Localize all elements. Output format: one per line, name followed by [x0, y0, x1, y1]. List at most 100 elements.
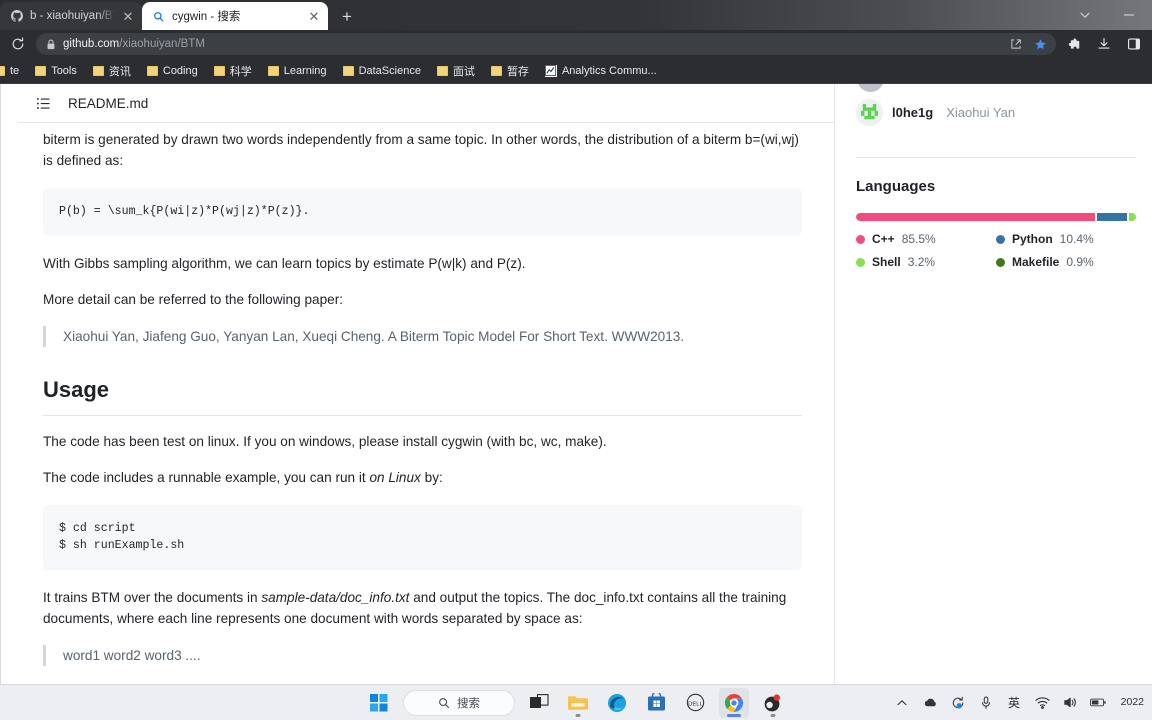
page-title: README.md	[68, 95, 149, 111]
close-icon[interactable]: ✕	[306, 8, 322, 24]
bookmark-label: DataScience	[358, 64, 421, 77]
folder-icon	[0, 65, 5, 76]
folder-icon	[213, 65, 225, 76]
bookmark-label: Coding	[162, 64, 198, 77]
store-button[interactable]	[641, 688, 671, 718]
folder-icon	[35, 65, 47, 76]
running-indicator	[770, 714, 776, 717]
omnibox-actions	[1006, 34, 1050, 54]
bookmark-item[interactable]: te	[0, 60, 27, 82]
bookmark-item[interactable]: DataScience	[335, 60, 429, 82]
language-dot-icon	[996, 234, 1005, 244]
ime-icon[interactable]: 英	[1006, 695, 1022, 711]
battery-icon[interactable]	[1090, 695, 1106, 711]
languages-bar	[856, 213, 1136, 221]
contributor-login[interactable]: l0he1g	[892, 105, 933, 120]
language-name: C++	[872, 232, 895, 246]
clock[interactable]: 2022	[1118, 696, 1144, 708]
paragraph-trains-btm: It trains BTM over the documents in samp…	[43, 587, 802, 629]
obs-button[interactable]	[758, 688, 788, 718]
start-button[interactable]	[364, 688, 394, 718]
language-bar-segment-shell[interactable]	[1128, 213, 1136, 221]
language-item-makefile[interactable]: Makefile 0.9%	[996, 255, 1136, 269]
bookmark-label: 暂存	[506, 65, 529, 78]
folder-icon	[436, 65, 448, 76]
cloud-icon[interactable]	[922, 695, 938, 711]
reload-icon[interactable]	[6, 32, 30, 56]
language-name: Shell	[872, 255, 901, 269]
list-unordered-icon[interactable]	[35, 95, 51, 111]
language-percent: 0.9%	[1066, 255, 1094, 269]
language-dot-icon	[996, 257, 1005, 267]
paragraph-more-detail: More detail can be referred to the follo…	[43, 291, 343, 307]
address-bar[interactable]: github.com/xiaohuiyan/BTM	[36, 33, 1056, 55]
browser-toolbar: github.com/xiaohuiyan/BTM	[0, 30, 1152, 58]
search-label: 搜索	[457, 697, 480, 710]
bookmark-item[interactable]: 科学	[206, 60, 260, 82]
chevron-up-icon[interactable]	[894, 695, 910, 711]
minimize-button[interactable]	[1114, 2, 1144, 28]
language-item-shell[interactable]: Shell 3.2%	[856, 255, 996, 269]
contributor-clipped	[856, 84, 1136, 94]
language-dot-icon	[856, 257, 865, 267]
dell-button[interactable]: DELL	[680, 688, 710, 718]
readme-column: README.md biterm is generated by drawn t…	[1, 84, 834, 684]
new-tab-button[interactable]: +	[334, 3, 360, 29]
close-icon[interactable]: ✕	[120, 8, 136, 24]
avatar-identicon[interactable]	[856, 98, 883, 126]
blockquote-paper-citation: Xiaohui Yan, Jiafeng Guo, Yanyan Lan, Xu…	[43, 325, 802, 347]
language-bar-segment-python[interactable]	[1097, 213, 1127, 221]
bookmark-label: Analytics Commu...	[561, 64, 657, 77]
download-icon[interactable]	[1092, 32, 1116, 56]
share-icon[interactable]	[1006, 34, 1026, 54]
bookmark-item[interactable]: Tools	[27, 60, 85, 82]
text-trains-pre: It trains BTM over the documents in	[43, 589, 262, 605]
url-path: /xiaohuiyan/BTM	[119, 38, 205, 50]
folder-icon	[92, 65, 104, 76]
browser-tab-cygwin-search[interactable]: cygwin - 搜索 ✕	[142, 2, 328, 30]
taskbar-search[interactable]: 搜索	[403, 689, 515, 716]
languages-list: C++ 85.5% Python 10.4% Shell 3.2% Makefi…	[856, 232, 1136, 278]
task-view-button[interactable]	[524, 688, 554, 718]
edge-button[interactable]	[602, 688, 632, 718]
address-bar-url: github.com/xiaohuiyan/BTM	[63, 38, 999, 50]
page-content: README.md biterm is generated by drawn t…	[0, 84, 1152, 684]
bookmark-label: 面试	[452, 65, 475, 78]
wifi-icon[interactable]	[1034, 695, 1050, 711]
bookmark-item[interactable]: 面试	[429, 60, 483, 82]
bookmarks-bar: te Tools 资讯 Coding 科学 Learning DataScien…	[0, 58, 1152, 84]
bookmark-item[interactable]: Analytics Commu...	[537, 60, 665, 82]
puzzle-icon[interactable]	[1062, 32, 1086, 56]
browser-tab-github[interactable]: b - xiaohuiyan/BTM: Cod ✕	[0, 2, 142, 30]
sidebar-divider	[856, 157, 1136, 158]
language-item-cpp[interactable]: C++ 85.5%	[856, 232, 996, 246]
star-icon[interactable]	[1030, 34, 1050, 54]
paragraph-tested-linux: The code has been test on linux. If you …	[43, 433, 607, 449]
bookmark-item[interactable]: 暂存	[483, 60, 537, 82]
sync-icon[interactable]	[950, 695, 966, 711]
paragraph-biterm: biterm is generated by drawn two words i…	[43, 132, 799, 169]
contributor-row[interactable]: l0he1g Xiaohui Yan	[856, 96, 1136, 128]
chrome-button[interactable]	[719, 687, 749, 718]
speaker-icon[interactable]	[1062, 695, 1078, 711]
file-explorer-button[interactable]	[563, 688, 593, 718]
language-item-python[interactable]: Python 10.4%	[996, 232, 1136, 246]
languages-heading: Languages	[856, 178, 936, 195]
language-percent: 85.5%	[901, 232, 936, 246]
blockquote-word-format: word1 word2 word3 ....	[43, 644, 802, 666]
bookmark-item[interactable]: Learning	[260, 60, 335, 82]
language-name: Makefile	[1012, 255, 1060, 269]
code-block-formula: P(b) = \sum_k{P(wi|z)*P(wj|z)*P(z)}.	[43, 188, 802, 236]
folder-icon	[146, 65, 158, 76]
bookmark-item[interactable]: Coding	[139, 60, 206, 82]
language-name: Python	[1012, 232, 1053, 246]
avatar[interactable]	[857, 84, 884, 92]
tab-search-icon[interactable]	[1070, 2, 1100, 28]
language-bar-segment-cpp[interactable]	[856, 213, 1096, 221]
language-percent: 3.2%	[907, 255, 936, 269]
mic-icon[interactable]	[978, 695, 994, 711]
bookmark-label: Learning	[283, 64, 327, 77]
bookmark-item[interactable]: 资讯	[85, 60, 139, 82]
side-panel-icon[interactable]	[1122, 32, 1146, 56]
url-host: github.com	[63, 38, 120, 50]
